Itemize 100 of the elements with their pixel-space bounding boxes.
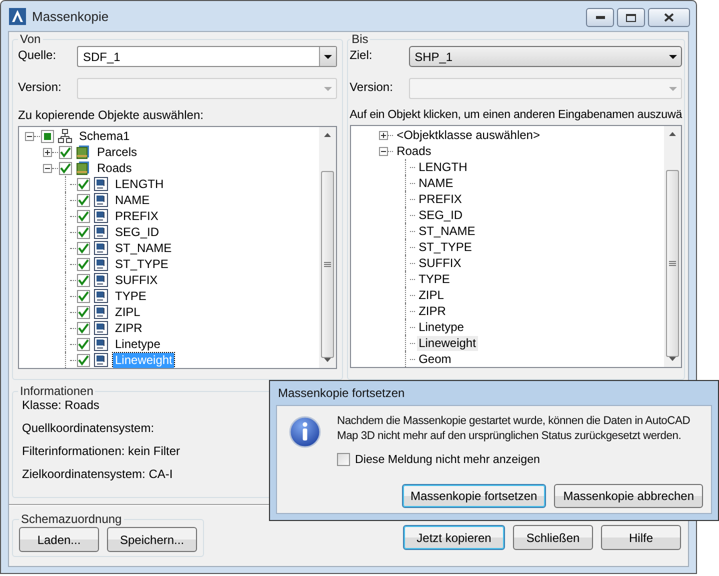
minimize-button[interactable] bbox=[586, 8, 614, 27]
schema-icon bbox=[57, 128, 73, 144]
field-label: Ziel: bbox=[350, 47, 374, 62]
field-label: Version: bbox=[18, 79, 62, 94]
tree-item[interactable]: SUFFIX bbox=[416, 256, 464, 270]
dialog-button[interactable]: Massenkopie abbrechen bbox=[554, 484, 703, 508]
tree-item[interactable]: ST_TYPE bbox=[416, 240, 474, 254]
maximize-button[interactable] bbox=[617, 8, 645, 27]
tree-item[interactable]: ZIPR bbox=[416, 304, 448, 318]
collapse-icon[interactable] bbox=[378, 146, 388, 156]
info-text: Quellkoordinatensystem: bbox=[22, 421, 154, 435]
checkbox[interactable] bbox=[77, 194, 90, 206]
field-icon bbox=[93, 320, 109, 336]
checkbox[interactable] bbox=[337, 453, 350, 466]
caret-icon bbox=[669, 86, 677, 90]
tree-item[interactable]: ZIPL bbox=[113, 304, 142, 320]
tree-item[interactable]: <Objektklasse auswählen> bbox=[394, 128, 542, 142]
field-icon bbox=[93, 192, 109, 208]
scrollbar[interactable] bbox=[664, 126, 681, 367]
field-icon bbox=[93, 304, 109, 320]
tree-item[interactable]: NAME bbox=[113, 192, 152, 208]
tree-item[interactable]: ST_TYPE bbox=[113, 256, 170, 272]
checkbox[interactable] bbox=[59, 162, 72, 174]
tree-item[interactable]: TYPE bbox=[416, 272, 452, 286]
tree-item[interactable]: Linetype bbox=[416, 320, 466, 334]
field-icon bbox=[93, 176, 109, 192]
caret-icon bbox=[669, 54, 677, 58]
group-title: Schemazuordnung bbox=[20, 512, 123, 526]
tree-item[interactable]: LENGTH bbox=[113, 176, 166, 192]
dialog-title: Massenkopie fortsetzen bbox=[277, 385, 406, 402]
group-title: Von bbox=[19, 32, 42, 46]
checkbox[interactable] bbox=[77, 258, 90, 270]
scrollbar[interactable] bbox=[318, 127, 336, 368]
grip-icon bbox=[324, 262, 331, 267]
tree-item[interactable]: ZIPR bbox=[113, 320, 144, 336]
action-button[interactable]: Hilfe bbox=[601, 525, 681, 550]
field-icon bbox=[93, 336, 109, 352]
checkbox[interactable] bbox=[59, 146, 72, 158]
checkbox-label: Diese Meldung nicht mehr anzeigen bbox=[355, 453, 540, 466]
tree-item[interactable]: LENGTH bbox=[416, 160, 470, 174]
tree-item[interactable]: Geom bbox=[416, 352, 454, 366]
tree-item[interactable]: Schema1 bbox=[77, 128, 132, 144]
scroll-thumb[interactable] bbox=[666, 170, 679, 358]
dialog-button[interactable]: Massenkopie fortsetzen bbox=[402, 484, 546, 508]
tree-item[interactable]: Roads bbox=[394, 144, 434, 158]
field-icon bbox=[93, 240, 109, 256]
info-text: Zielkoordinatensystem: CA-I bbox=[22, 467, 173, 481]
target-dropdown[interactable]: SHP_1 bbox=[408, 46, 682, 67]
checkbox[interactable] bbox=[77, 290, 90, 302]
tree-label: Auf ein Objekt klicken, um einen anderen Eingabenamen auszuwä bbox=[350, 108, 682, 121]
schema-button[interactable]: Laden... bbox=[19, 527, 99, 552]
tree-item[interactable]: Linetype bbox=[113, 336, 162, 352]
field-label: Quelle: bbox=[18, 47, 58, 62]
app-logo-icon bbox=[9, 8, 26, 24]
tree-item[interactable]: TYPE bbox=[113, 288, 148, 304]
tree-item[interactable]: ZIPL bbox=[416, 288, 446, 302]
checkbox[interactable] bbox=[77, 274, 90, 286]
checkbox[interactable] bbox=[41, 130, 54, 142]
info-icon bbox=[289, 416, 321, 448]
field-icon bbox=[93, 224, 109, 240]
tree-item[interactable]: SEG_ID bbox=[113, 224, 162, 240]
collapse-icon[interactable] bbox=[43, 164, 52, 172]
dialog-message: Nachdem die Massenkopie gestartet wurde, können die Daten in AutoCAD Map 3D nicht mehr auf den ursprünglichen Status zurückgesetzt werden. bbox=[337, 414, 692, 444]
checkbox[interactable] bbox=[77, 178, 90, 190]
collapse-icon[interactable] bbox=[25, 132, 34, 140]
info-text: Filterinformationen: kein Filter bbox=[22, 444, 180, 458]
checkbox[interactable] bbox=[77, 306, 90, 318]
checkbox[interactable] bbox=[77, 322, 90, 334]
checkbox[interactable] bbox=[77, 338, 90, 350]
grip-icon bbox=[669, 261, 676, 266]
close-button[interactable] bbox=[648, 8, 690, 27]
checkbox[interactable] bbox=[77, 210, 90, 222]
action-button[interactable]: Schließen bbox=[513, 525, 593, 550]
minimize-icon bbox=[596, 16, 604, 19]
checkbox[interactable] bbox=[77, 242, 90, 254]
tree-item[interactable]: Lineweight bbox=[416, 336, 478, 350]
scroll-up-icon[interactable] bbox=[669, 132, 676, 136]
scroll-thumb[interactable] bbox=[320, 170, 334, 358]
field-label: Version: bbox=[350, 79, 394, 94]
tree-item[interactable]: PREFIX bbox=[113, 208, 160, 224]
expand-icon[interactable] bbox=[378, 130, 388, 140]
field-icon bbox=[93, 272, 109, 288]
tree-item[interactable]: ST_NAME bbox=[416, 224, 478, 238]
scroll-up-icon[interactable] bbox=[324, 133, 331, 137]
tree-item[interactable]: SUFFIX bbox=[113, 272, 160, 288]
checkbox[interactable] bbox=[77, 226, 90, 238]
table-icon bbox=[75, 144, 91, 160]
tree-item[interactable]: NAME bbox=[416, 176, 456, 190]
tree-item[interactable]: SEG_ID bbox=[416, 208, 465, 222]
expand-icon[interactable] bbox=[43, 148, 52, 156]
source-dropdown[interactable]: SDF_1 bbox=[77, 46, 337, 67]
maximize-icon bbox=[626, 14, 636, 22]
tree-item[interactable]: PREFIX bbox=[416, 192, 464, 206]
tree-item[interactable]: ST_NAME bbox=[113, 240, 174, 256]
checkbox[interactable] bbox=[77, 354, 90, 366]
caret-icon bbox=[324, 54, 332, 58]
action-button[interactable]: Jetzt kopieren bbox=[403, 525, 505, 550]
tree-item[interactable]: Roads bbox=[95, 160, 134, 176]
schema-button[interactable]: Speichern... bbox=[107, 527, 198, 552]
tree-item[interactable]: Parcels bbox=[95, 144, 140, 160]
